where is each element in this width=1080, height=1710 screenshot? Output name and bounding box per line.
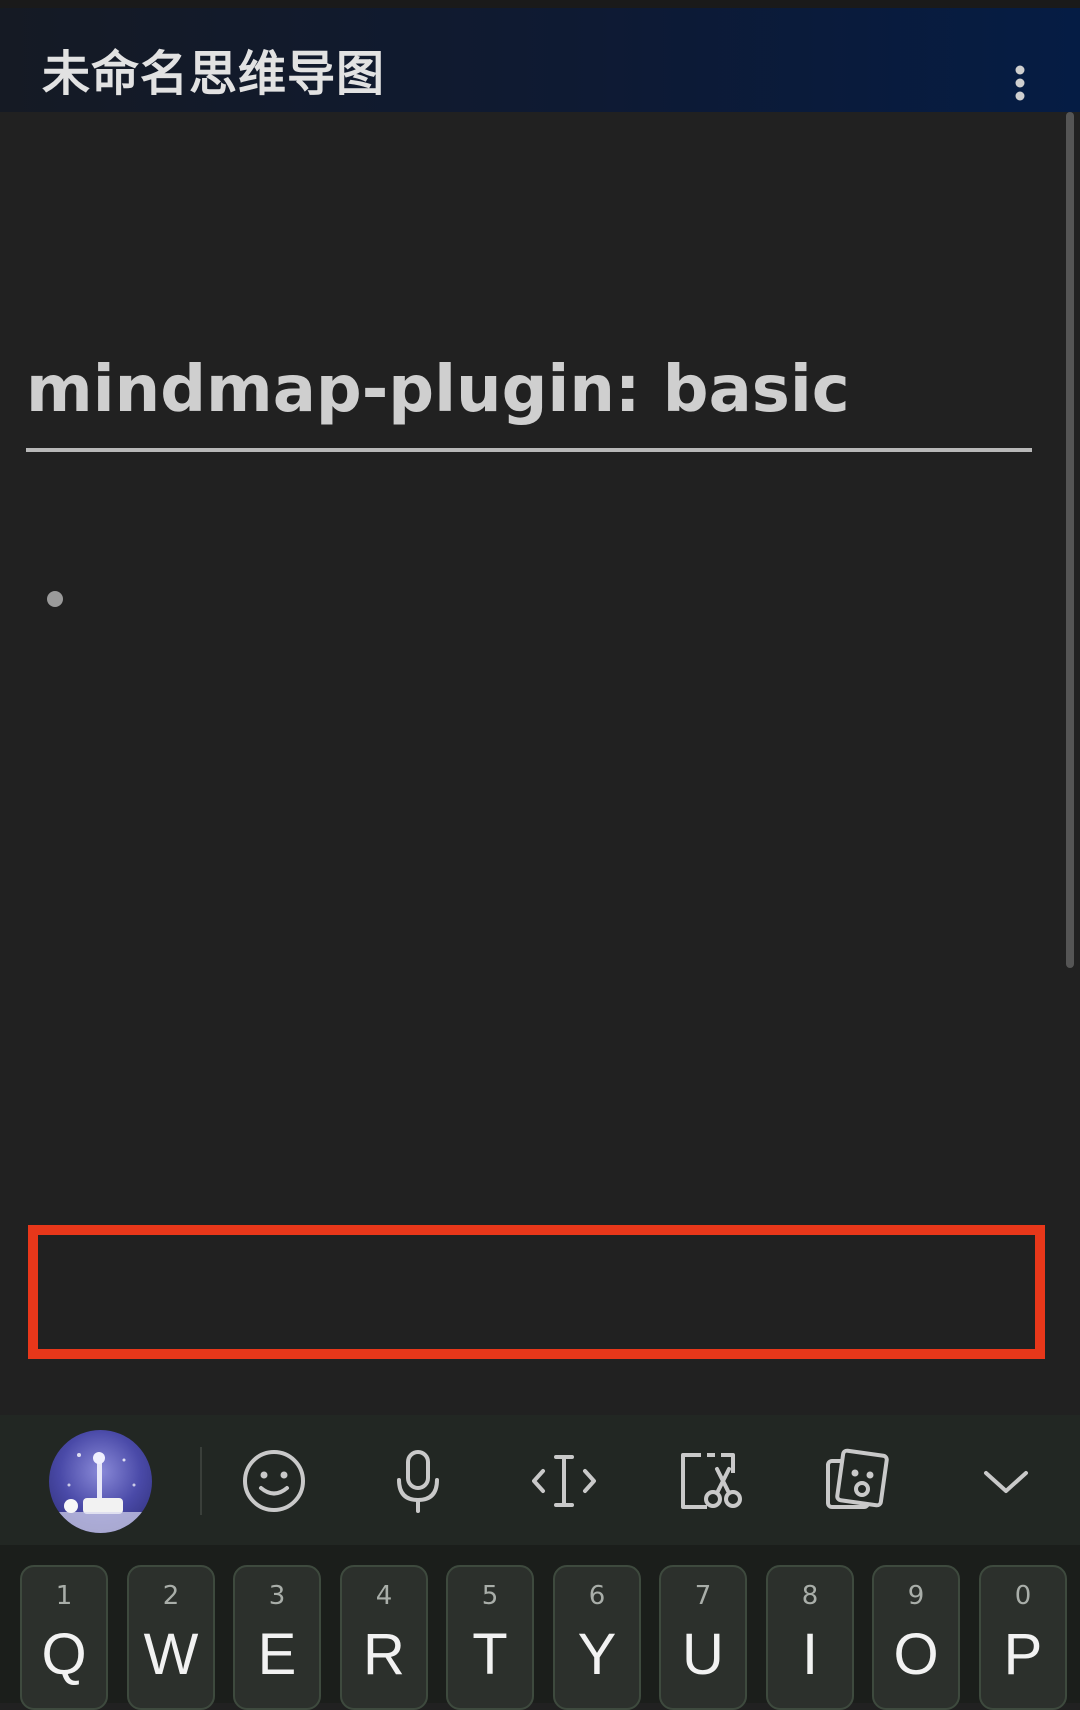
- key-t[interactable]: 5 T: [446, 1565, 534, 1710]
- avatar-illustration: [57, 1452, 145, 1533]
- key-letter: R: [363, 1622, 405, 1687]
- key-number: 6: [588, 1581, 606, 1611]
- cursor-icon[interactable]: [530, 1447, 598, 1515]
- key-y[interactable]: 6 Y: [553, 1565, 641, 1710]
- key-u[interactable]: 7 U: [659, 1565, 747, 1710]
- clipboard-icon[interactable]: [677, 1447, 745, 1515]
- text-input-box[interactable]: [28, 1225, 1045, 1359]
- bullet-point[interactable]: [47, 591, 63, 607]
- toolbar-divider: [200, 1447, 202, 1515]
- key-r[interactable]: 4 R: [340, 1565, 428, 1710]
- status-strip: [0, 0, 1080, 8]
- key-number: 4: [375, 1581, 393, 1611]
- title-divider: [26, 448, 1032, 452]
- key-e[interactable]: 3 E: [233, 1565, 321, 1710]
- key-number: 5: [481, 1581, 499, 1611]
- scrollbar[interactable]: [1066, 112, 1074, 968]
- key-number: 1: [55, 1581, 73, 1611]
- key-letter: T: [472, 1622, 508, 1687]
- chevron-down-icon[interactable]: [972, 1447, 1040, 1515]
- microphone-icon[interactable]: [384, 1447, 452, 1515]
- key-number: 0: [1014, 1581, 1032, 1611]
- key-i[interactable]: 8 I: [766, 1565, 854, 1710]
- app-title: 未命名思维导图: [42, 46, 386, 102]
- emoji-icon[interactable]: [240, 1447, 308, 1515]
- key-letter: O: [893, 1622, 939, 1687]
- key-letter: U: [682, 1622, 724, 1687]
- key-letter: Q: [41, 1622, 87, 1687]
- key-number: 8: [801, 1581, 819, 1611]
- key-number: 2: [162, 1581, 180, 1611]
- key-number: 7: [694, 1581, 712, 1611]
- key-letter: E: [257, 1622, 297, 1687]
- key-number: 9: [907, 1581, 925, 1611]
- more-vert-icon[interactable]: [1005, 58, 1035, 108]
- key-w[interactable]: 2 W: [127, 1565, 215, 1710]
- note-title[interactable]: mindmap-plugin: basic: [26, 350, 850, 430]
- app-bar: 未命名思维导图: [0, 8, 1080, 112]
- key-o[interactable]: 9 O: [872, 1565, 960, 1710]
- key-q[interactable]: 1 Q: [20, 1565, 108, 1710]
- key-letter: I: [801, 1622, 819, 1687]
- sticker-icon[interactable]: [822, 1447, 890, 1515]
- key-p[interactable]: 0 P: [979, 1565, 1067, 1710]
- key-number: 3: [268, 1581, 286, 1611]
- key-letter: P: [1003, 1622, 1043, 1687]
- key-letter: W: [143, 1622, 199, 1687]
- key-letter: Y: [577, 1622, 617, 1687]
- keyboard-avatar[interactable]: [49, 1430, 152, 1533]
